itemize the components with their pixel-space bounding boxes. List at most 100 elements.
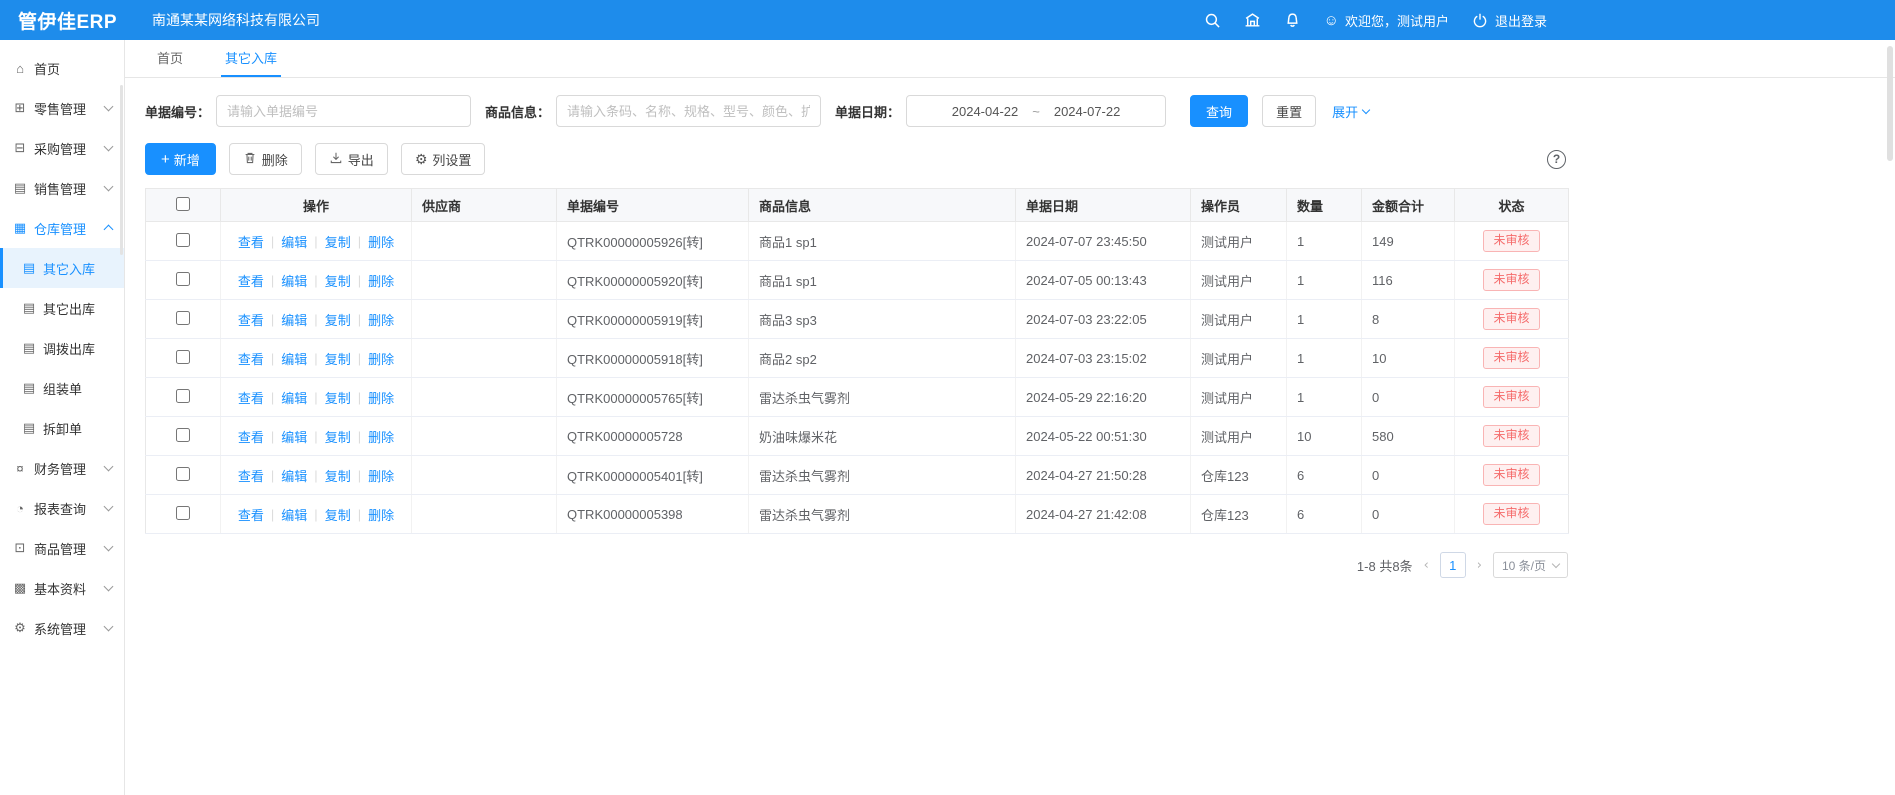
sidebar-item-warehouse[interactable]: ▦ 仓库管理 xyxy=(0,208,124,248)
logout-text: 退出登录 xyxy=(1495,11,1547,30)
search-icon[interactable] xyxy=(1204,11,1222,29)
sidebar-item-assembly-order[interactable]: ▤ 组装单 xyxy=(0,368,124,408)
row-action-delete[interactable]: 删除 xyxy=(368,310,394,329)
sidebar-item-other-inbound[interactable]: ▤ 其它入库 xyxy=(0,248,124,288)
sidebar-chevron-icon xyxy=(104,142,114,152)
sidebar-item-finance[interactable]: ¤ 财务管理 xyxy=(0,448,124,488)
tab-home[interactable]: 首页 xyxy=(153,40,187,77)
sidebar-item-system[interactable]: ⚙ 系统管理 xyxy=(0,608,124,648)
row-action-copy[interactable]: 复制 xyxy=(325,349,351,368)
sidebar-item-retail[interactable]: ⊞ 零售管理 xyxy=(0,88,124,128)
tab-other-inbound[interactable]: 其它入库 xyxy=(221,40,281,77)
row-action-edit[interactable]: 编辑 xyxy=(281,349,307,368)
sidebar-item-other-outbound[interactable]: ▤ 其它出库 xyxy=(0,288,124,328)
row-action-view[interactable]: 查看 xyxy=(238,232,264,251)
window-scrollbar[interactable] xyxy=(1887,46,1893,161)
row-action-delete[interactable]: 删除 xyxy=(368,466,394,485)
sidebar-chevron-icon xyxy=(104,542,114,552)
product-info-input[interactable] xyxy=(556,95,821,127)
page-size-select[interactable]: 10 条/页 xyxy=(1493,552,1568,578)
amount-cell: 10 xyxy=(1362,339,1455,378)
status-cell: 未审核 xyxy=(1455,261,1569,300)
row-action-edit[interactable]: 编辑 xyxy=(281,271,307,290)
amount-cell: 0 xyxy=(1362,456,1455,495)
row-action-delete[interactable]: 删除 xyxy=(368,271,394,290)
sidebar: ⌂ 首页 ⊞ 零售管理 ⊟ 采购管理 ▤ 销售管理 ▦ 仓库管理 ▤ 其它入库 … xyxy=(0,40,125,795)
row-action-edit[interactable]: 编辑 xyxy=(281,466,307,485)
row-action-delete[interactable]: 删除 xyxy=(368,349,394,368)
bill-no-input[interactable] xyxy=(216,95,471,127)
row-action-view[interactable]: 查看 xyxy=(238,271,264,290)
date-to[interactable]: 2024-07-22 xyxy=(1054,104,1121,119)
user-menu[interactable]: ☺ 欢迎您，测试用户 xyxy=(1324,11,1449,30)
row-checkbox[interactable] xyxy=(176,428,190,442)
row-action-view[interactable]: 查看 xyxy=(238,427,264,446)
finance-icon: ¤ xyxy=(12,461,28,476)
row-action-edit[interactable]: 编辑 xyxy=(281,505,307,524)
row-action-copy[interactable]: 复制 xyxy=(325,271,351,290)
date-from[interactable]: 2024-04-22 xyxy=(952,104,1019,119)
row-action-copy[interactable]: 复制 xyxy=(325,388,351,407)
sidebar-item-home[interactable]: ⌂ 首页 xyxy=(0,48,124,88)
reset-button[interactable]: 重置 xyxy=(1262,95,1316,127)
row-actions-cell: 查看|编辑|复制|删除 xyxy=(221,456,412,495)
prev-page-icon[interactable]: ‹ xyxy=(1422,558,1431,573)
column-header-date: 单据日期 xyxy=(1016,189,1191,222)
row-action-edit[interactable]: 编辑 xyxy=(281,427,307,446)
expand-toggle[interactable]: 展开 xyxy=(1332,102,1369,121)
row-action-view[interactable]: 查看 xyxy=(238,310,264,329)
export-button[interactable]: 导出 xyxy=(315,143,388,175)
row-action-copy[interactable]: 复制 xyxy=(325,466,351,485)
sidebar-item-sales[interactable]: ▤ 销售管理 xyxy=(0,168,124,208)
row-actions-cell: 查看|编辑|复制|删除 xyxy=(221,222,412,261)
row-checkbox[interactable] xyxy=(176,233,190,247)
sidebar-item-basic-data[interactable]: ▩ 基本资料 xyxy=(0,568,124,608)
sidebar-item-purchase[interactable]: ⊟ 采购管理 xyxy=(0,128,124,168)
row-action-copy[interactable]: 复制 xyxy=(325,310,351,329)
help-icon[interactable]: ? xyxy=(1547,150,1566,169)
row-checkbox[interactable] xyxy=(176,311,190,325)
row-action-view[interactable]: 查看 xyxy=(238,388,264,407)
sidebar-chevron-icon xyxy=(104,102,114,112)
add-button[interactable]: + 新增 xyxy=(145,143,216,175)
row-action-copy[interactable]: 复制 xyxy=(325,232,351,251)
action-separator: | xyxy=(271,234,274,249)
next-page-icon[interactable]: › xyxy=(1475,558,1484,573)
delete-button[interactable]: 删除 xyxy=(229,143,302,175)
select-all-checkbox[interactable] xyxy=(176,197,190,211)
page-number-1[interactable]: 1 xyxy=(1440,552,1466,578)
action-separator: | xyxy=(314,390,317,405)
row-action-edit[interactable]: 编辑 xyxy=(281,388,307,407)
status-badge: 未审核 xyxy=(1483,308,1539,330)
sidebar-scrollbar[interactable] xyxy=(120,85,123,255)
row-checkbox[interactable] xyxy=(176,389,190,403)
row-checkbox[interactable] xyxy=(176,350,190,364)
row-action-delete[interactable]: 删除 xyxy=(368,232,394,251)
sidebar-chevron-icon xyxy=(104,462,114,472)
bell-icon[interactable] xyxy=(1284,11,1302,29)
row-action-delete[interactable]: 删除 xyxy=(368,388,394,407)
row-checkbox[interactable] xyxy=(176,467,190,481)
column-settings-button[interactable]: ⚙ 列设置 xyxy=(401,143,486,175)
row-action-delete[interactable]: 删除 xyxy=(368,427,394,446)
sidebar-item-product[interactable]: ⊡ 商品管理 xyxy=(0,528,124,568)
row-action-copy[interactable]: 复制 xyxy=(325,427,351,446)
row-actions-cell: 查看|编辑|复制|删除 xyxy=(221,495,412,534)
row-action-edit[interactable]: 编辑 xyxy=(281,310,307,329)
row-checkbox[interactable] xyxy=(176,506,190,520)
row-checkbox[interactable] xyxy=(176,272,190,286)
retail-icon: ⊞ xyxy=(12,100,28,116)
row-action-copy[interactable]: 复制 xyxy=(325,505,351,524)
search-button[interactable]: 查询 xyxy=(1190,95,1248,127)
date-range-picker[interactable]: 2024-04-22 ~ 2024-07-22 xyxy=(906,95,1166,127)
row-action-view[interactable]: 查看 xyxy=(238,466,264,485)
sidebar-item-disassembly-order[interactable]: ▤ 拆卸单 xyxy=(0,408,124,448)
row-action-delete[interactable]: 删除 xyxy=(368,505,394,524)
row-action-edit[interactable]: 编辑 xyxy=(281,232,307,251)
sidebar-item-transfer-outbound[interactable]: ▤ 调拨出库 xyxy=(0,328,124,368)
bank-icon[interactable] xyxy=(1244,11,1262,29)
sidebar-item-report[interactable]: ◔ 报表查询 xyxy=(0,488,124,528)
row-action-view[interactable]: 查看 xyxy=(238,505,264,524)
logout-button[interactable]: 退出登录 xyxy=(1471,11,1547,30)
row-action-view[interactable]: 查看 xyxy=(238,349,264,368)
